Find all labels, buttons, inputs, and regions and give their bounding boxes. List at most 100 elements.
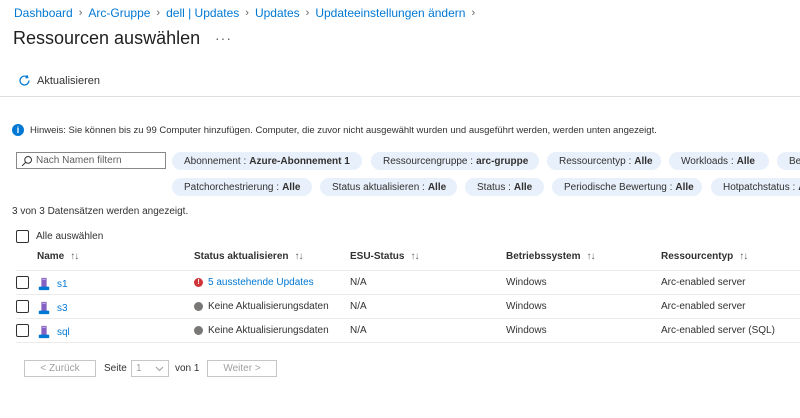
row-divider (16, 318, 800, 319)
header-label: ESU-Status (350, 251, 405, 262)
sort-icon: ↑↓ (586, 251, 595, 262)
os-cell: Windows (506, 325, 547, 336)
resource-type-cell: Arc-enabled server (661, 301, 746, 312)
filter-label: Ressourcengruppe : (383, 155, 474, 167)
breadcrumb-dell-updates[interactable]: dell | Updates (166, 6, 239, 20)
server-icon (38, 301, 50, 315)
column-header-name[interactable]: Name ↑↓ (37, 251, 79, 262)
refresh-icon (19, 75, 30, 86)
esu-status-cell: N/A (350, 277, 367, 288)
filter-label: Status : (477, 181, 511, 193)
esu-status-cell: N/A (350, 325, 367, 336)
refresh-label: Aktualisieren (37, 74, 100, 87)
refresh-button[interactable]: Aktualisieren (18, 74, 100, 87)
select-all-checkbox[interactable] (16, 230, 29, 243)
search-input[interactable] (36, 155, 156, 166)
filter-resource-group[interactable]: Ressourcengruppe : arc-gruppe (371, 152, 539, 170)
chevron-right-icon: › (471, 7, 476, 19)
column-header-esu-status[interactable]: ESU-Status ↑↓ (350, 251, 419, 262)
filter-update-status[interactable]: Status aktualisieren : Alle (320, 178, 457, 196)
status-dot-icon (194, 302, 203, 311)
resource-type-cell: Arc-enabled server (661, 277, 746, 288)
table-row-name: sql (37, 325, 70, 339)
filter-value: arc-gruppe (476, 155, 529, 167)
header-label: Betriebssystem (506, 251, 581, 262)
info-icon: i (12, 124, 24, 136)
filter-label: Abonnement : (184, 155, 247, 167)
filter-label: Status aktualisieren : (332, 181, 425, 193)
filter-value: Alle (513, 181, 533, 193)
table-row-name: s1 (37, 277, 68, 291)
filter-label: Periodische Bewertung : (564, 181, 673, 193)
header-label: Name (37, 251, 65, 262)
row-checkbox[interactable] (16, 324, 29, 337)
header-label: Ressourcentyp (661, 251, 734, 262)
os-cell: Windows (506, 301, 547, 312)
chevron-down-icon (155, 366, 164, 371)
resource-link-s1[interactable]: s1 (57, 279, 68, 290)
filter-value: Alle (736, 155, 755, 167)
sort-icon: ↑↓ (410, 251, 419, 262)
sql-server-icon (38, 325, 50, 339)
sort-icon: ↑↓ (294, 251, 303, 262)
update-status-cell: Keine Aktualisierungsdaten (194, 301, 329, 312)
resource-link-s3[interactable]: s3 (57, 303, 68, 314)
select-all-label: Alle auswählen (36, 231, 104, 242)
filter-value: Alle (675, 181, 694, 193)
filter-label: Be (789, 155, 800, 167)
filter-label: Ressourcentyp : (559, 155, 632, 167)
chevron-right-icon: › (245, 7, 249, 19)
filter-workloads[interactable]: Workloads : Alle (669, 152, 769, 170)
header-divider (16, 270, 800, 271)
os-cell: Windows (506, 277, 547, 288)
filter-hotpatch-status[interactable]: Hotpatchstatus :A (711, 178, 800, 196)
update-status-cell: ! 5 ausstehende Updates (194, 277, 314, 288)
sort-icon: ↑↓ (739, 251, 748, 262)
previous-page-button[interactable]: < Zurück (24, 360, 96, 377)
filter-periodic-assessment[interactable]: Periodische Bewertung : Alle (552, 178, 702, 196)
breadcrumb-updateeinstellungen[interactable]: Updateeinstellungen ändern (315, 6, 465, 20)
breadcrumb-arc-gruppe[interactable]: Arc-Gruppe (88, 6, 150, 20)
row-divider (16, 342, 800, 343)
breadcrumb-dashboard[interactable]: Dashboard (14, 6, 73, 20)
breadcrumb: Dashboard › Arc-Gruppe › dell | Updates … (14, 6, 481, 20)
filter-subscription[interactable]: Abonnement : Azure-Abonnement 1 (172, 152, 362, 170)
resource-type-cell: Arc-enabled server (SQL) (661, 325, 775, 336)
breadcrumb-updates[interactable]: Updates (255, 6, 300, 20)
row-checkbox[interactable] (16, 276, 29, 289)
filter-value: Alle (282, 181, 301, 193)
filter-patch-orchestration[interactable]: Patchorchestrierung : Alle (172, 178, 312, 196)
filter-resource-type[interactable]: Ressourcentyp : Alle (547, 152, 661, 170)
page-title: Ressourcen auswählen (13, 28, 201, 48)
filter-label: Workloads : (681, 155, 734, 167)
column-header-update-status[interactable]: Status aktualisieren ↑↓ (194, 251, 303, 262)
page-select[interactable]: 1 (131, 360, 169, 377)
more-options-button[interactable]: ··· (215, 30, 232, 46)
filter-value: Alle (634, 155, 653, 167)
update-status-cell: Keine Aktualisierungsdaten (194, 325, 329, 336)
chevron-right-icon: › (78, 7, 83, 19)
pending-updates-link[interactable]: 5 ausstehende Updates (208, 277, 314, 288)
page-label: Seite (104, 363, 127, 374)
header-label: Status aktualisieren (194, 251, 289, 262)
column-header-os[interactable]: Betriebssystem ↑↓ (506, 251, 595, 262)
resource-link-sql[interactable]: sql (57, 327, 70, 338)
search-box[interactable] (16, 152, 166, 169)
status-dot-icon (194, 326, 203, 335)
page-select-value: 1 (136, 363, 142, 374)
info-banner: i Hinweis: Sie können bis zu 99 Computer… (12, 124, 657, 136)
sort-icon: ↑↓ (70, 251, 79, 262)
update-status-text: Keine Aktualisierungsdaten (208, 301, 329, 312)
update-status-text: Keine Aktualisierungsdaten (208, 325, 329, 336)
filter-status[interactable]: Status : Alle (465, 178, 544, 196)
info-text: Hinweis: Sie können bis zu 99 Computer h… (30, 124, 657, 136)
next-page-button[interactable]: Weiter > (207, 360, 277, 377)
filter-value: Alle (427, 181, 447, 193)
row-checkbox[interactable] (16, 300, 29, 313)
filter-label: Hotpatchstatus : (723, 181, 796, 193)
row-divider (16, 294, 800, 295)
filter-truncated[interactable]: Be (777, 152, 800, 170)
column-header-resource-type[interactable]: Ressourcentyp ↑↓ (661, 251, 748, 262)
search-icon (21, 155, 32, 166)
server-icon (38, 277, 50, 291)
